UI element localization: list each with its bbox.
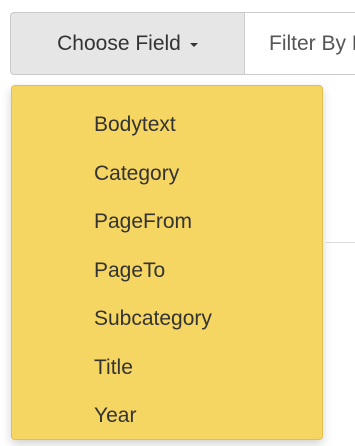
choose-field-label: Choose Field: [57, 31, 181, 55]
choose-field-button[interactable]: Choose Field: [10, 12, 244, 75]
dropdown-item-pagefrom[interactable]: PageFrom: [52, 198, 322, 247]
filter-input[interactable]: [244, 12, 355, 75]
dropdown-item-pageto[interactable]: PageTo: [52, 247, 322, 296]
search-toolbar: Choose Field: [10, 12, 355, 75]
dropdown-item-category[interactable]: Category: [52, 150, 322, 199]
dropdown-item-subcategory[interactable]: Subcategory: [52, 295, 322, 344]
content-divider: [326, 242, 355, 243]
field-dropdown-menu: Bodytext Category PageFrom PageTo Subcat…: [11, 85, 323, 440]
caret-down-icon: [189, 42, 198, 47]
dropdown-item-title[interactable]: Title: [52, 344, 322, 393]
dropdown-item-bodytext[interactable]: Bodytext: [52, 101, 322, 150]
dropdown-item-year[interactable]: Year: [52, 392, 322, 441]
